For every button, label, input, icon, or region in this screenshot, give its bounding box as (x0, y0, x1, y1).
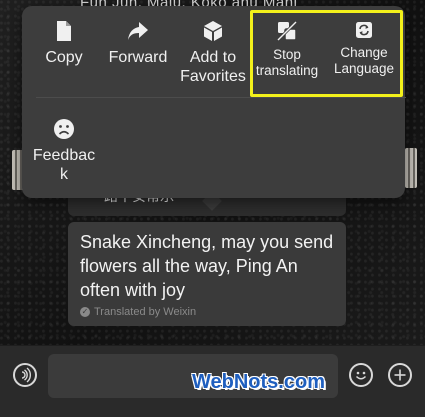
plus-icon (394, 369, 406, 381)
menu-item-label: Add to Favorites (180, 49, 246, 85)
translated-by-label: ✓ Translated by Weixin (80, 306, 196, 318)
menu-item-label: Feedback (32, 147, 96, 183)
watermark: WebNots.com (192, 371, 325, 393)
check-icon: ✓ (80, 307, 90, 318)
document-icon (57, 21, 71, 41)
forward-arrow-icon (128, 22, 148, 40)
menu-item-label: Copy (45, 49, 83, 66)
right-avatar-edge (405, 148, 417, 188)
menu-divider (36, 97, 406, 98)
voice-button[interactable] (13, 363, 37, 387)
emoji-icon (355, 371, 367, 380)
cube-icon (204, 21, 222, 41)
menu-item-label: Forward (108, 49, 168, 66)
translated-by-text: Translated by Weixin (94, 306, 197, 318)
menu-item-forward[interactable]: Forward (106, 20, 170, 67)
menu-item-add-to-favorites[interactable]: Add to Favorites (176, 20, 250, 86)
menu-item-feedback[interactable]: Feedback (28, 118, 100, 184)
menu-item-copy[interactable]: Copy (36, 20, 92, 67)
sad-face-icon (54, 119, 74, 139)
voice-icon (21, 367, 31, 383)
translation-options-highlight (250, 10, 403, 97)
translated-message-bubble[interactable]: Snake Xincheng, may you send flowers all… (68, 222, 346, 326)
translated-message-text: Snake Xincheng, may you send flowers all… (80, 232, 334, 300)
emoji-button[interactable] (349, 363, 373, 387)
plus-button[interactable] (388, 363, 412, 387)
